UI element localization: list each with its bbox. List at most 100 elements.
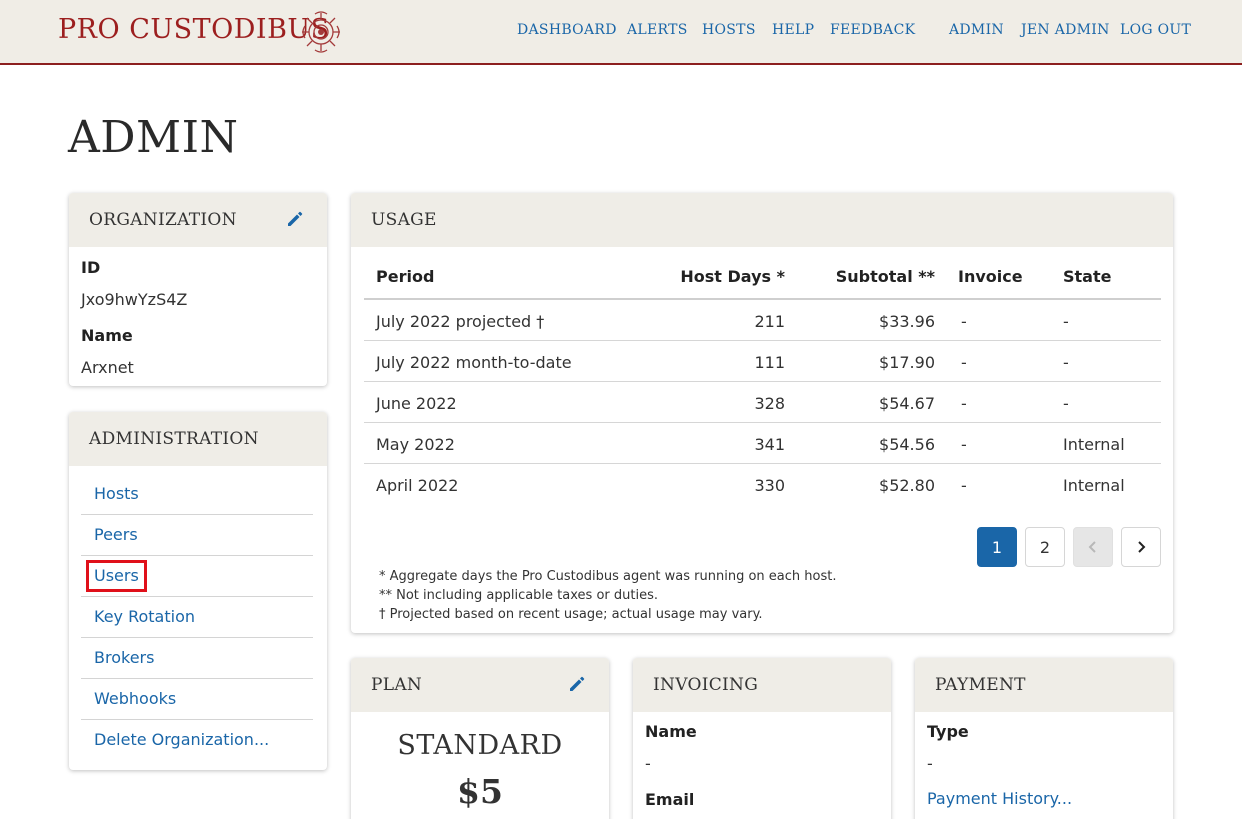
payment-type-label: Type	[927, 722, 969, 741]
cell-host-days: 328	[754, 394, 785, 413]
chevron-left-icon	[1088, 541, 1096, 553]
admin-link-label[interactable]: Users	[94, 566, 139, 585]
pagination-page-2[interactable]: 2	[1025, 527, 1065, 567]
pagination-page-1[interactable]: 1	[977, 527, 1017, 567]
administration-title: ADMINISTRATION	[89, 429, 259, 449]
cell-subtotal: $33.96	[879, 312, 935, 331]
page-title: ADMIN	[68, 112, 239, 163]
cell-host-days: 330	[754, 476, 785, 495]
payment-history-link[interactable]: Payment History...	[927, 789, 1072, 808]
usage-title: USAGE	[371, 210, 437, 230]
org-id-label: ID	[81, 258, 101, 277]
cell-invoice: -	[961, 394, 967, 413]
organization-title: ORGANIZATION	[89, 210, 237, 230]
plan-card-header: PLAN	[351, 658, 609, 712]
admin-link-label[interactable]: Delete Organization...	[94, 730, 269, 749]
cell-invoice: -	[961, 435, 967, 454]
chevron-right-icon	[1138, 541, 1146, 553]
column-header-period: Period	[376, 267, 435, 286]
invoicing-name-value: -	[645, 754, 651, 773]
admin-link-hosts[interactable]: Hosts	[81, 474, 313, 515]
cell-state: Internal	[1063, 435, 1125, 454]
column-header-subtotal: Subtotal **	[835, 267, 935, 286]
usage-card: USAGE Period Host Days * Subtotal ** Inv…	[351, 193, 1173, 633]
cell-invoice: -	[961, 476, 967, 495]
plan-title: PLAN	[371, 675, 423, 695]
admin-link-delete-organization[interactable]: Delete Organization...	[81, 720, 313, 761]
nav-dashboard[interactable]: DASHBOARD	[517, 22, 617, 38]
cell-period: July 2022 month-to-date	[376, 353, 572, 372]
payment-card: PAYMENT Type - Payment History...	[915, 658, 1173, 819]
cell-period: May 2022	[376, 435, 455, 454]
cell-period: April 2022	[376, 476, 459, 495]
cell-host-days: 341	[754, 435, 785, 454]
payment-type-value: -	[927, 754, 933, 773]
nav-alerts[interactable]: ALERTS	[627, 22, 688, 38]
column-header-state: State	[1063, 267, 1112, 286]
admin-link-label[interactable]: Hosts	[94, 484, 139, 503]
admin-link-key-rotation[interactable]: Key Rotation	[81, 597, 313, 638]
column-header-invoice: Invoice	[958, 267, 1023, 286]
admin-link-label[interactable]: Peers	[94, 525, 138, 544]
cell-period: June 2022	[376, 394, 457, 413]
cell-subtotal: $54.56	[879, 435, 935, 454]
top-navbar: PRO CUSTODIBUS DASHBOARD ALERTS HOSTS HE…	[0, 0, 1242, 65]
org-name-label: Name	[81, 326, 133, 345]
invoicing-name-label: Name	[645, 722, 697, 741]
footnote-subtotal: ** Not including applicable taxes or dut…	[379, 588, 658, 603]
brand-logo-icon[interactable]	[297, 10, 345, 54]
pencil-icon[interactable]	[285, 209, 305, 229]
nav-admin[interactable]: ADMIN	[949, 22, 1004, 38]
org-id-value: Jxo9hwYzS4Z	[81, 290, 188, 309]
table-row: May 2022 341 $54.56 - Internal	[364, 423, 1161, 464]
nav-user-menu[interactable]: JEN ADMIN	[1021, 22, 1110, 38]
cell-invoice: -	[961, 353, 967, 372]
admin-link-peers[interactable]: Peers	[81, 515, 313, 556]
usage-card-header: USAGE	[351, 193, 1173, 247]
cell-subtotal: $17.90	[879, 353, 935, 372]
nav-hosts[interactable]: HOSTS	[702, 22, 756, 38]
cell-host-days: 211	[754, 312, 785, 331]
plan-price: $5	[457, 772, 503, 811]
table-row: April 2022 330 $52.80 - Internal	[364, 464, 1161, 505]
table-row: July 2022 month-to-date 111 $17.90 - -	[364, 341, 1161, 382]
table-row: July 2022 projected † 211 $33.96 - -	[364, 300, 1161, 341]
cell-subtotal: $54.67	[879, 394, 935, 413]
organization-card: ORGANIZATION ID Jxo9hwYzS4Z Name Arxnet	[69, 193, 327, 386]
admin-link-label[interactable]: Key Rotation	[94, 607, 195, 626]
nav-feedback[interactable]: FEEDBACK	[830, 22, 915, 38]
cell-state: -	[1063, 394, 1069, 413]
plan-card: PLAN STANDARD $5	[351, 658, 609, 819]
invoicing-title: INVOICING	[653, 675, 759, 695]
payment-card-header: PAYMENT	[915, 658, 1173, 712]
column-header-host-days: Host Days *	[680, 267, 785, 286]
plan-name: STANDARD	[397, 730, 563, 761]
administration-card: ADMINISTRATION Hosts Peers Users Key Rot…	[69, 412, 327, 770]
admin-link-users[interactable]: Users	[81, 556, 313, 597]
admin-link-label[interactable]: Brokers	[94, 648, 154, 667]
admin-link-webhooks[interactable]: Webhooks	[81, 679, 313, 720]
administration-card-header: ADMINISTRATION	[69, 412, 327, 466]
table-row: June 2022 328 $54.67 - -	[364, 382, 1161, 423]
pagination-next-button[interactable]	[1121, 527, 1161, 567]
nav-help[interactable]: HELP	[772, 22, 814, 38]
cell-host-days: 111	[754, 353, 785, 372]
invoicing-card: INVOICING Name - Email	[633, 658, 891, 819]
invoicing-email-label: Email	[645, 790, 695, 809]
nav-logout[interactable]: LOG OUT	[1120, 22, 1191, 38]
footnote-projected: † Projected based on recent usage; actua…	[379, 607, 763, 622]
cell-state: -	[1063, 312, 1069, 331]
invoicing-card-header: INVOICING	[633, 658, 891, 712]
organization-card-header: ORGANIZATION	[69, 193, 327, 247]
admin-link-brokers[interactable]: Brokers	[81, 638, 313, 679]
cell-invoice: -	[961, 312, 967, 331]
footnote-host-days: * Aggregate days the Pro Custodibus agen…	[379, 569, 837, 584]
pencil-icon[interactable]	[567, 674, 587, 694]
org-name-value: Arxnet	[81, 358, 134, 377]
cell-subtotal: $52.80	[879, 476, 935, 495]
pagination-prev-button	[1073, 527, 1113, 567]
brand-logo-text[interactable]: PRO CUSTODIBUS	[58, 14, 330, 45]
admin-link-label[interactable]: Webhooks	[94, 689, 176, 708]
cell-state: -	[1063, 353, 1069, 372]
payment-title: PAYMENT	[935, 675, 1026, 695]
